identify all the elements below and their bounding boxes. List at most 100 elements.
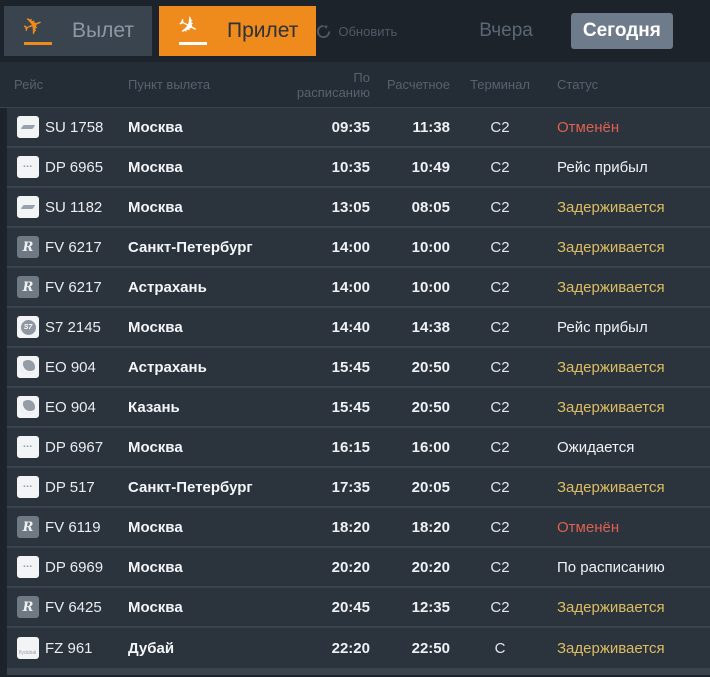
origin-city: Москва bbox=[128, 438, 183, 456]
origin-city: Казань bbox=[128, 398, 180, 416]
plane-takeoff-icon: ✈ bbox=[19, 9, 56, 46]
scheduled-time: 22:20 bbox=[331, 639, 370, 657]
flight-number: EO 904 bbox=[45, 358, 96, 376]
estimated-time: 10:00 bbox=[411, 278, 450, 296]
scheduled-time: 17:35 bbox=[331, 478, 370, 496]
scheduled-time: 09:35 bbox=[331, 118, 370, 136]
day-tab-today[interactable]: Сегодня bbox=[570, 13, 673, 49]
day-tabs: Вчера Сегодня Завтра bbox=[467, 13, 710, 49]
terminal: C2 bbox=[490, 558, 510, 576]
origin-city: Москва bbox=[128, 318, 183, 336]
terminal: C2 bbox=[490, 238, 510, 256]
aeroflot-logo-icon bbox=[17, 196, 39, 218]
terminal: C2 bbox=[490, 278, 510, 296]
plane-landing-icon: ✈ bbox=[173, 9, 211, 46]
origin-city: Санкт-Петербург bbox=[128, 478, 253, 496]
flight-status: Рейс прибыл bbox=[557, 158, 648, 176]
ikar-logo-icon bbox=[17, 396, 39, 418]
flight-status: Задерживается bbox=[557, 238, 665, 256]
refresh-label: Обновить bbox=[338, 23, 398, 39]
tab-arrivals-label: Прилет bbox=[227, 19, 299, 42]
flight-row[interactable]: R FV 6217 Санкт-Петербург 14:00 10:00 C2… bbox=[7, 228, 710, 268]
flight-number: DP 517 bbox=[45, 478, 95, 496]
day-tab-tomorrow[interactable]: Завтра bbox=[699, 13, 710, 49]
flight-row[interactable]: R FV 6217 Астрахань 14:00 10:00 C2 Задер… bbox=[7, 268, 710, 308]
flight-number: FZ 961 bbox=[45, 639, 93, 657]
day-tab-yesterday[interactable]: Вчера bbox=[467, 13, 545, 49]
scheduled-time: 15:45 bbox=[331, 358, 370, 376]
flight-number: SU 1758 bbox=[45, 118, 104, 136]
estimated-time: 20:50 bbox=[411, 398, 450, 416]
flight-row[interactable]: flydubai FZ 961 Дубай 22:20 22:50 C Заде… bbox=[7, 628, 710, 668]
flight-number: EO 904 bbox=[45, 398, 96, 416]
rossiya-logo-icon: R bbox=[17, 596, 39, 618]
terminal: C2 bbox=[490, 478, 510, 496]
scheduled-time: 10:35 bbox=[331, 158, 370, 176]
terminal: C2 bbox=[490, 518, 510, 536]
pobeda-logo-icon: ▪▪▪ bbox=[17, 436, 39, 458]
flight-row[interactable]: EO 904 Казань 15:45 20:50 C2 Задерживает… bbox=[7, 388, 710, 428]
flight-row[interactable]: ▪▪▪ DP 6965 Москва 10:35 10:49 C2 Рейс п… bbox=[7, 148, 710, 188]
flight-number: DP 6967 bbox=[45, 438, 104, 456]
estimated-time: 22:50 bbox=[411, 639, 450, 657]
origin-city: Астрахань bbox=[128, 358, 207, 376]
terminal: C2 bbox=[490, 158, 510, 176]
flight-row[interactable]: ▪▪▪ DP 6969 Москва 20:20 20:20 C2 По рас… bbox=[7, 548, 710, 588]
flight-number: FV 6217 bbox=[45, 238, 102, 256]
table-bottom-band bbox=[7, 668, 710, 675]
header-status: Статус bbox=[557, 77, 599, 92]
rossiya-logo-icon: R bbox=[17, 516, 39, 538]
direction-tabs: ✈ Вылет ✈ Прилет bbox=[4, 6, 317, 56]
header-terminal: Терминал bbox=[470, 77, 530, 92]
flight-number: S7 2145 bbox=[45, 318, 101, 336]
origin-city: Москва bbox=[128, 598, 183, 616]
flight-row[interactable]: SU 1758 Москва 09:35 11:38 C2 Отменён bbox=[7, 108, 710, 148]
terminal: C2 bbox=[490, 358, 510, 376]
estimated-time: 11:38 bbox=[412, 118, 450, 136]
flight-status: Задерживается bbox=[557, 598, 665, 616]
flight-row[interactable]: R FV 6119 Москва 18:20 18:20 C2 Отменён bbox=[7, 508, 710, 548]
refresh-button[interactable]: Обновить bbox=[316, 24, 397, 39]
origin-city: Москва bbox=[128, 158, 183, 176]
scheduled-time: 14:40 bbox=[331, 318, 370, 336]
flight-row[interactable]: SU 1182 Москва 13:05 08:05 C2 Задерживае… bbox=[7, 188, 710, 228]
tab-arrivals[interactable]: ✈ Прилет bbox=[159, 6, 317, 56]
estimated-time: 18:20 bbox=[411, 518, 450, 536]
estimated-time: 16:00 bbox=[411, 438, 450, 456]
estimated-time: 10:00 bbox=[411, 238, 450, 256]
tab-departures[interactable]: ✈ Вылет bbox=[4, 6, 152, 56]
flight-status: Отменён bbox=[557, 118, 620, 136]
estimated-time: 20:50 bbox=[411, 358, 450, 376]
flight-row[interactable]: R FV 6425 Москва 20:45 12:35 C2 Задержив… bbox=[7, 588, 710, 628]
scheduled-time: 15:45 bbox=[331, 398, 370, 416]
estimated-time: 10:49 bbox=[411, 158, 450, 176]
scheduled-time: 13:05 bbox=[331, 198, 370, 216]
flight-row[interactable]: ▪▪▪ DP 517 Санкт-Петербург 17:35 20:05 C… bbox=[7, 468, 710, 508]
rossiya-logo-icon: R bbox=[17, 236, 39, 258]
topbar-right-group: Обновить Вчера Сегодня Завтра bbox=[316, 13, 710, 49]
terminal: C bbox=[494, 639, 506, 657]
flydubai-logo-icon: flydubai bbox=[17, 637, 39, 659]
flight-row[interactable]: EO 904 Астрахань 15:45 20:50 C2 Задержив… bbox=[7, 348, 710, 388]
flight-row[interactable]: ▪▪▪ DP 6967 Москва 16:15 16:00 C2 Ожидае… bbox=[7, 428, 710, 468]
estimated-time: 14:38 bbox=[411, 318, 450, 336]
flight-status: Задерживается bbox=[557, 358, 665, 376]
origin-city: Москва bbox=[128, 118, 183, 136]
flight-number: FV 6425 bbox=[45, 598, 102, 616]
flight-row[interactable]: S7 S7 2145 Москва 14:40 14:38 C2 Рейс пр… bbox=[7, 308, 710, 348]
scheduled-time: 16:15 bbox=[331, 438, 370, 456]
estimated-time: 12:35 bbox=[411, 598, 450, 616]
flight-status: Задерживается bbox=[557, 639, 665, 657]
terminal: C2 bbox=[490, 438, 510, 456]
terminal: C2 bbox=[490, 198, 510, 216]
tab-departures-label: Вылет bbox=[72, 19, 134, 42]
scheduled-time: 14:00 bbox=[331, 238, 370, 256]
flight-status: Задерживается bbox=[557, 478, 665, 496]
origin-city: Москва bbox=[128, 198, 183, 216]
top-toolbar: ✈ Вылет ✈ Прилет Обновить Вчера Сегодня … bbox=[0, 0, 710, 62]
origin-city: Астрахань bbox=[128, 278, 207, 296]
flight-number: FV 6217 bbox=[45, 278, 102, 296]
flight-status: Ожидается bbox=[557, 438, 635, 456]
header-origin: Пункт вылета bbox=[128, 77, 211, 92]
estimated-time: 20:05 bbox=[411, 478, 450, 496]
